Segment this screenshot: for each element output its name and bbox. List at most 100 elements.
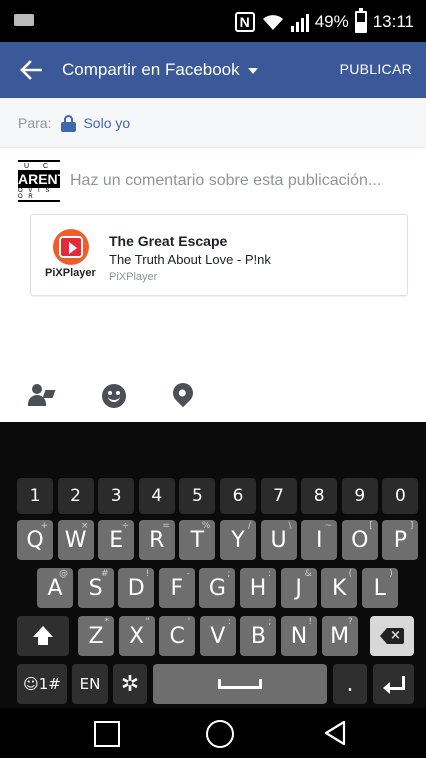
audience-label: Para: bbox=[18, 114, 52, 131]
key-t[interactable]: T% bbox=[179, 520, 216, 560]
key-e[interactable]: E ÷ bbox=[98, 520, 135, 560]
key-o-label: O bbox=[351, 527, 369, 553]
status-bar: N 49% 13:11 bbox=[0, 0, 426, 42]
key-5[interactable]: 5 bbox=[179, 478, 216, 514]
key-7-label: 7 bbox=[273, 486, 284, 506]
shift-key[interactable] bbox=[17, 616, 69, 656]
key-k[interactable]: K( bbox=[321, 568, 358, 608]
key-u[interactable]: U \ bbox=[260, 520, 297, 560]
key-3[interactable]: 3 bbox=[98, 478, 135, 514]
key-s[interactable]: S # bbox=[77, 568, 114, 608]
key-n[interactable]: N! bbox=[281, 616, 317, 656]
avatar: U C ARENTA O V I S O R bbox=[18, 160, 75, 202]
key-u-label: U bbox=[270, 527, 287, 553]
key-c[interactable]: C ' bbox=[159, 616, 196, 656]
symbols-key[interactable]: ☺1# bbox=[17, 664, 67, 704]
gear-icon: ✲ bbox=[120, 671, 140, 697]
feeling-icon[interactable] bbox=[102, 384, 126, 408]
key-c-label: C bbox=[169, 623, 185, 649]
enter-key[interactable] bbox=[373, 664, 414, 704]
enter-icon bbox=[382, 676, 405, 694]
key-9-label: 9 bbox=[354, 486, 366, 506]
key-n-label: N bbox=[290, 623, 308, 649]
key-r[interactable]: R = bbox=[138, 520, 175, 560]
key-1[interactable]: 1 bbox=[17, 478, 53, 514]
key-f[interactable]: F- bbox=[158, 568, 195, 608]
key-b[interactable]: B; bbox=[240, 616, 277, 656]
key-g-label: G bbox=[208, 575, 226, 601]
key-v[interactable]: V: bbox=[199, 616, 236, 656]
wifi-icon bbox=[262, 15, 283, 30]
key-w-hint: × bbox=[81, 521, 89, 531]
backspace-key[interactable]: × bbox=[370, 616, 414, 656]
key-a-label: A bbox=[47, 575, 63, 601]
space-icon bbox=[218, 679, 262, 689]
period-key[interactable]: . bbox=[333, 664, 367, 704]
key-c-hint: ' bbox=[187, 617, 191, 627]
key-q[interactable]: Q + bbox=[17, 520, 53, 560]
key-h[interactable]: H: bbox=[240, 568, 276, 608]
key-7[interactable]: 7 bbox=[260, 478, 297, 514]
shift-icon bbox=[33, 626, 53, 646]
audience-selector[interactable]: Para: Solo yo bbox=[0, 98, 426, 148]
home-icon[interactable] bbox=[206, 720, 234, 748]
recents-icon[interactable] bbox=[94, 721, 120, 747]
status-icons: N 49% 13:11 bbox=[234, 8, 414, 36]
key-w[interactable]: W × bbox=[57, 520, 94, 560]
attachment-subtitle: The Truth About Love - P!nk bbox=[109, 252, 271, 267]
back-button[interactable] bbox=[0, 42, 62, 98]
play-icon bbox=[69, 242, 77, 254]
key-p[interactable]: P] bbox=[382, 520, 419, 560]
key-d[interactable]: D! bbox=[118, 568, 155, 608]
key-l[interactable]: L) bbox=[361, 568, 398, 608]
key-i[interactable]: I ~ bbox=[301, 520, 338, 560]
app-bar-title: Compartir en Facebook bbox=[62, 60, 240, 79]
attachment-card[interactable]: PiXPlayer The Great Escape The Truth Abo… bbox=[30, 214, 408, 296]
key-x-label: X bbox=[129, 623, 145, 649]
space-key[interactable] bbox=[153, 664, 327, 704]
language-key[interactable]: EN bbox=[72, 664, 108, 704]
key-z[interactable]: Z * bbox=[78, 616, 114, 656]
key-2[interactable]: 2 bbox=[57, 478, 94, 514]
key-a-hint: @ bbox=[59, 569, 68, 579]
key-j-hint: & bbox=[304, 569, 312, 579]
key-8[interactable]: 8 bbox=[301, 478, 338, 514]
key-x-hint: " bbox=[145, 617, 150, 627]
comment-input[interactable] bbox=[70, 168, 410, 194]
key-t-label: T bbox=[190, 527, 205, 553]
location-pin-icon[interactable] bbox=[168, 378, 198, 408]
key-o[interactable]: O[ bbox=[341, 520, 378, 560]
battery-icon bbox=[354, 8, 367, 33]
key-9[interactable]: 9 bbox=[341, 478, 378, 514]
key-m-label: M bbox=[330, 623, 350, 649]
key-b-hint: ; bbox=[268, 617, 272, 627]
key-e-label: E bbox=[109, 527, 124, 553]
key-r-label: R bbox=[149, 527, 165, 553]
key-0[interactable]: 0 bbox=[382, 478, 419, 514]
key-a[interactable]: A @ bbox=[37, 568, 73, 608]
key-y[interactable]: Y / bbox=[220, 520, 256, 560]
key-j[interactable]: J & bbox=[280, 568, 317, 608]
settings-key[interactable]: ✲ bbox=[113, 664, 147, 704]
key-h-label: H bbox=[249, 575, 267, 601]
notification-icon bbox=[14, 14, 34, 26]
back-nav-icon[interactable] bbox=[320, 718, 350, 748]
share-target-dropdown[interactable]: Compartir en Facebook bbox=[62, 60, 258, 80]
key-4[interactable]: 4 bbox=[138, 478, 175, 514]
key-x[interactable]: X " bbox=[118, 616, 155, 656]
period-key-label: . bbox=[346, 671, 354, 697]
key-6[interactable]: 6 bbox=[220, 478, 256, 514]
key-q-label: Q bbox=[26, 527, 44, 553]
key-m[interactable]: M? bbox=[321, 616, 358, 656]
key-g[interactable]: G; bbox=[199, 568, 236, 608]
tag-people-icon[interactable] bbox=[28, 384, 56, 408]
key-0-label: 0 bbox=[394, 486, 406, 506]
key-h-hint: : bbox=[267, 569, 271, 579]
app-bar: Compartir en Facebook PUBLICAR bbox=[0, 42, 426, 98]
publish-button[interactable]: PUBLICAR bbox=[340, 61, 412, 77]
key-f-label: F bbox=[170, 575, 184, 601]
language-key-label: EN bbox=[79, 675, 101, 693]
nfc-icon: N bbox=[234, 12, 255, 32]
key-k-hint: ( bbox=[348, 569, 353, 579]
key-e-hint: ÷ bbox=[121, 521, 130, 531]
